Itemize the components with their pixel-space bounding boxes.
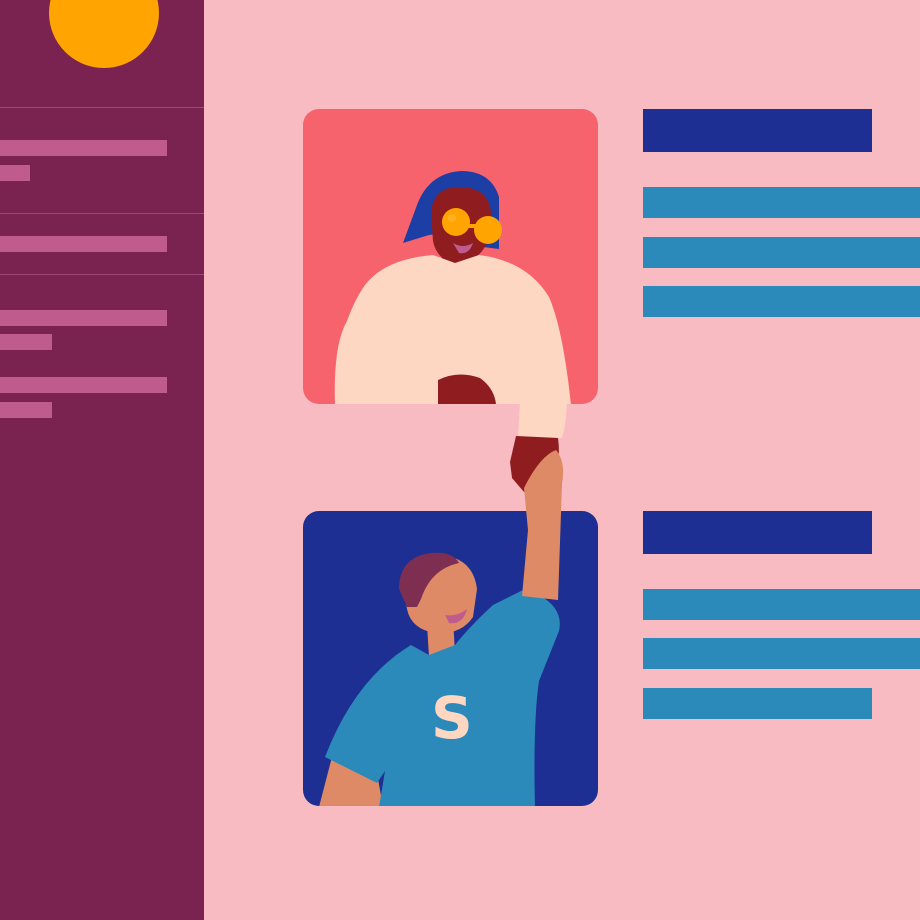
woman-figure — [303, 109, 598, 404]
card-bottom-text-bar — [643, 638, 920, 669]
sidebar-divider — [0, 274, 204, 275]
sidebar-item-bar[interactable] — [0, 402, 52, 418]
sidebar-item-bar[interactable] — [0, 310, 167, 326]
card-top-text-bar — [643, 286, 920, 317]
card-bottom-text-bar — [643, 688, 872, 719]
card-top-text-bar — [643, 237, 920, 268]
sidebar-item-bar[interactable] — [0, 165, 30, 181]
sidebar-divider — [0, 107, 204, 108]
card-bottom-title-bar — [643, 511, 872, 554]
card-top-title-bar — [643, 109, 872, 152]
video-card-bottom[interactable]: S — [303, 511, 598, 806]
shirt-letter: S — [431, 684, 473, 752]
sidebar — [0, 0, 204, 920]
avatar[interactable] — [49, 0, 159, 68]
sidebar-item-bar[interactable] — [0, 334, 52, 350]
sidebar-item-bar[interactable] — [0, 140, 167, 156]
sidebar-item-bar[interactable] — [0, 377, 167, 393]
video-card-top[interactable] — [303, 109, 598, 404]
card-bottom-text-bar — [643, 589, 920, 620]
sidebar-divider — [0, 213, 204, 214]
man-figure — [303, 511, 598, 806]
card-top-text-bar — [643, 187, 920, 218]
sidebar-item-bar[interactable] — [0, 236, 167, 252]
